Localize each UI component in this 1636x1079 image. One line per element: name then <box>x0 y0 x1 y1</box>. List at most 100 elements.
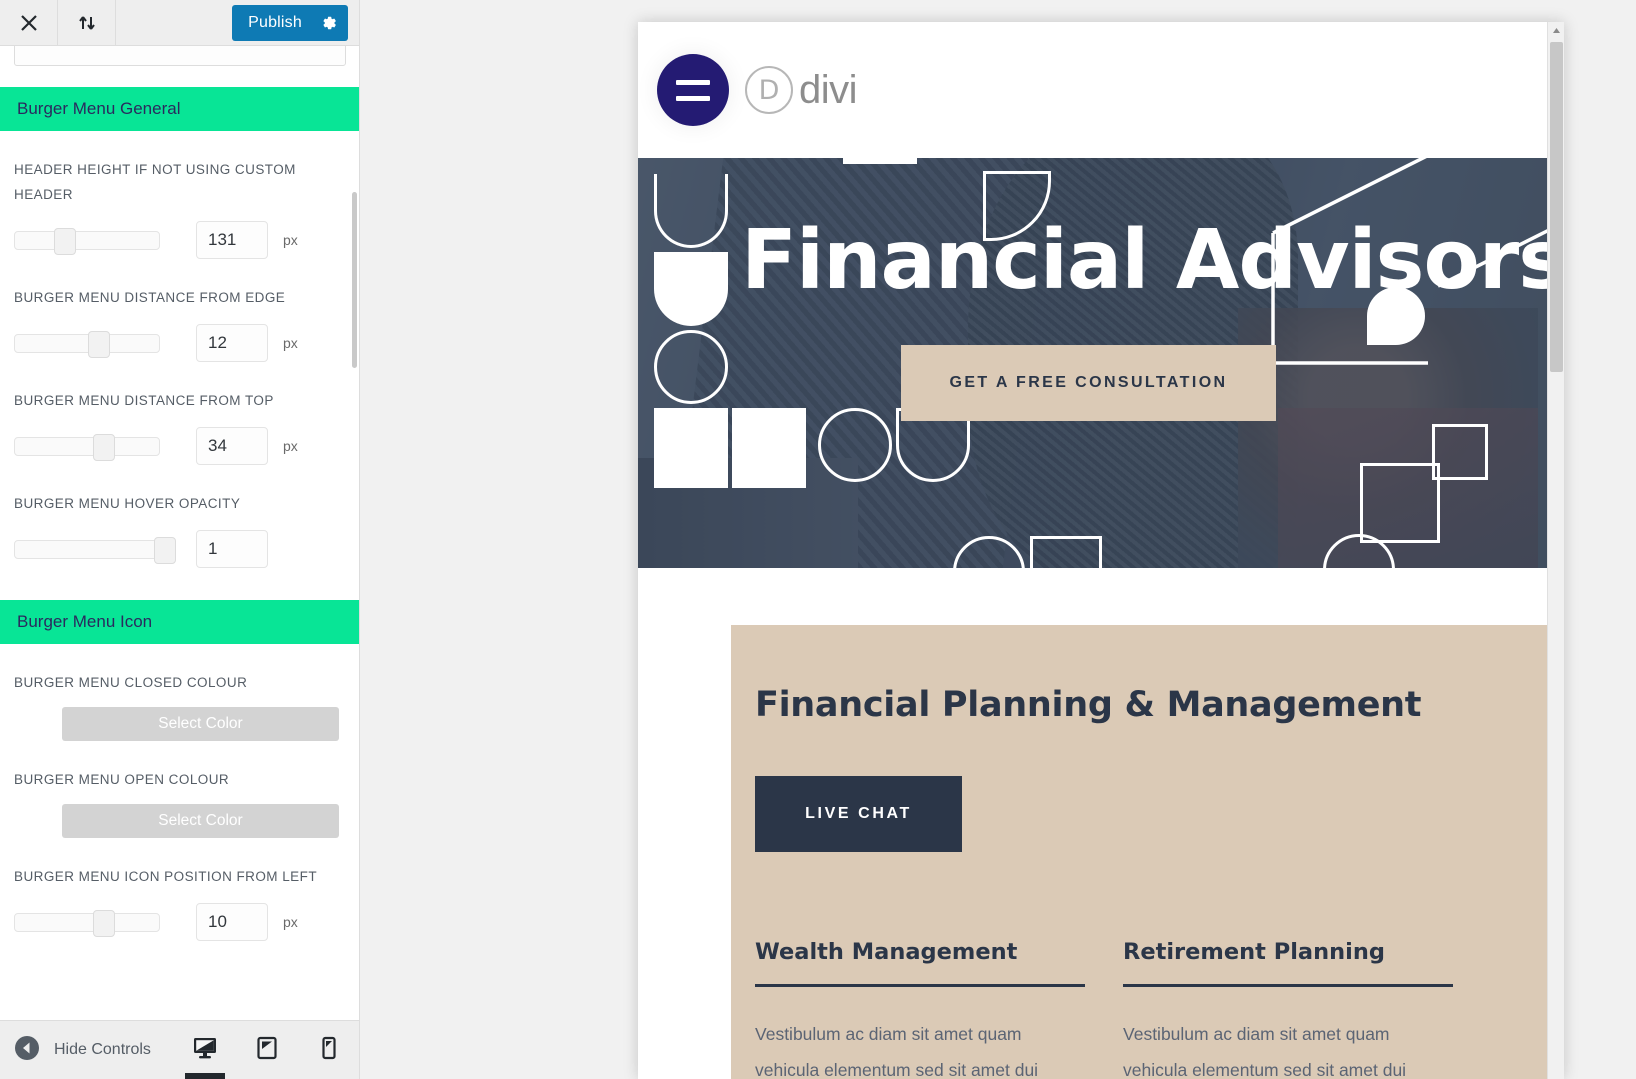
scroll-up-arrow-icon[interactable] <box>1548 22 1564 39</box>
hero-cta-button[interactable]: GET A FREE CONSULTATION <box>901 345 1276 421</box>
services-panel-title: Financial Planning & Management <box>755 685 1422 725</box>
direction-select[interactable]: Reverse <box>14 46 346 66</box>
hide-controls-button[interactable]: Hide Controls <box>0 1035 151 1066</box>
slider-handle[interactable] <box>53 227 76 255</box>
services-panel: Financial Planning & Management LIVE CHA… <box>731 625 1547 1079</box>
control-row: 10 px <box>14 903 346 941</box>
deco-square-right <box>1432 424 1488 480</box>
reorder-button[interactable] <box>58 0 116 45</box>
service-column: Retirement Planning Vestibulum ac diam s… <box>1123 939 1453 1079</box>
service-column-title: Wealth Management <box>755 939 1018 965</box>
select-color-label: Select Color <box>158 715 243 732</box>
field-label: BURGER MENU HOVER OPACITY <box>14 496 241 511</box>
control-row: 12 px <box>14 324 346 362</box>
live-chat-button[interactable]: LIVE CHAT <box>755 776 962 852</box>
control-row: 131 px <box>14 221 346 259</box>
slider-handle[interactable] <box>88 330 111 358</box>
slider-distance-from-top[interactable] <box>14 433 160 461</box>
site-header: D divi <box>638 22 1547 158</box>
close-icon <box>19 13 39 33</box>
deco-square-right-lower <box>1360 463 1440 543</box>
deco-circle-outline <box>654 330 728 404</box>
site-preview-content: D divi Financial Advisors GET A FREE CON… <box>638 22 1547 1079</box>
burger-bar <box>676 79 710 85</box>
device-mobile-button[interactable] <box>312 1030 346 1070</box>
publish-area: Publish <box>232 0 359 45</box>
select-color-label: Select Color <box>158 812 243 829</box>
device-tablet-button[interactable] <box>250 1030 284 1070</box>
sidebar-scroll-region: Reverse Burger Menu General HEADER HEIGH… <box>0 46 359 1020</box>
control-row: 1 <box>14 530 346 568</box>
gear-icon[interactable] <box>320 14 338 32</box>
deco-rect-left-lower <box>654 408 728 488</box>
customizer-sidebar: Publish Reverse Burger Menu G <box>0 0 360 1079</box>
deco-arch-mid-bottom <box>1030 536 1102 568</box>
value-input-icon-position[interactable]: 10 <box>196 903 268 941</box>
content-spacer <box>638 568 1547 625</box>
select-field-row: Reverse <box>14 46 346 66</box>
sidebar-bottom-bar: Hide Controls <box>0 1020 359 1079</box>
section-title: Burger Menu Icon <box>17 612 153 631</box>
field-label: HEADER HEIGHT IF NOT USING CUSTOM HEADER <box>14 162 296 202</box>
back-arrow-circle-icon <box>14 1035 40 1066</box>
divi-logo-word: divi <box>799 67 858 112</box>
divi-logo-mark: D <box>745 66 793 114</box>
deco-circle-mid-bottom <box>953 536 1025 568</box>
section-header-burger-menu-icon[interactable]: Burger Menu Icon <box>0 600 359 644</box>
sidebar-scrollbar-thumb[interactable] <box>352 192 357 368</box>
slider-hover-opacity[interactable] <box>14 536 177 564</box>
section-title: Burger Menu General <box>17 99 181 118</box>
deco-rect-lower <box>732 408 806 488</box>
field-icon-position-from-left: BURGER MENU ICON POSITION FROM LEFT 10 p… <box>0 864 359 941</box>
value-input-distance-from-top[interactable]: 34 <box>196 427 268 465</box>
field-header-height: HEADER HEIGHT IF NOT USING CUSTOM HEADER… <box>0 157 359 259</box>
preview-scrollbar[interactable] <box>1547 22 1564 1079</box>
burger-bar <box>676 95 710 101</box>
slider-distance-from-edge[interactable] <box>14 330 160 358</box>
burger-menu-icon[interactable] <box>657 54 729 126</box>
select-color-button-closed[interactable]: Select Color <box>62 707 339 741</box>
customizer-screen: Publish Reverse Burger Menu G <box>0 0 1636 1079</box>
control-row: Select Color <box>14 707 346 741</box>
unit-label: px <box>283 232 298 248</box>
slider-icon-position[interactable] <box>14 909 160 937</box>
slider-handle[interactable] <box>92 433 115 461</box>
control-row: Select Color <box>14 804 346 838</box>
hero-section: Financial Advisors GET A FREE CONSULTATI… <box>638 158 1547 568</box>
publish-button[interactable]: Publish <box>232 4 348 41</box>
slider-handle[interactable] <box>154 536 177 564</box>
field-label: BURGER MENU CLOSED COLOUR <box>14 675 248 690</box>
service-column-divider <box>755 984 1085 987</box>
sidebar-scrollbar[interactable] <box>352 46 359 1020</box>
mobile-icon <box>321 1036 337 1065</box>
slider-handle[interactable] <box>92 909 115 937</box>
service-column: Wealth Management Vestibulum ac diam sit… <box>755 939 1085 1079</box>
device-desktop-button[interactable] <box>185 1030 225 1079</box>
service-column-title: Retirement Planning <box>1123 939 1385 965</box>
field-label: BURGER MENU OPEN COLOUR <box>14 772 230 787</box>
field-label: BURGER MENU DISTANCE FROM TOP <box>14 393 274 408</box>
direction-select-value: Reverse <box>27 46 90 53</box>
slider-header-height[interactable] <box>14 227 160 255</box>
close-button[interactable] <box>0 0 58 45</box>
field-distance-from-edge: BURGER MENU DISTANCE FROM EDGE 12 px <box>0 285 359 362</box>
device-preview-switcher <box>185 1030 359 1079</box>
deco-circle-outline-bottom <box>818 408 892 482</box>
service-column-body: Vestibulum ac diam sit amet quam vehicul… <box>1123 1024 1407 1079</box>
field-distance-from-top: BURGER MENU DISTANCE FROM TOP 34 px <box>0 388 359 465</box>
value-input-distance-from-edge[interactable]: 12 <box>196 324 268 362</box>
value-input-header-height[interactable]: 131 <box>196 221 268 259</box>
preview-scrollbar-thumb[interactable] <box>1550 42 1563 372</box>
value-input-hover-opacity[interactable]: 1 <box>196 530 268 568</box>
select-color-button-open[interactable]: Select Color <box>62 804 339 838</box>
divi-logo: D divi <box>745 66 858 114</box>
control-row: 34 px <box>14 427 346 465</box>
field-hover-opacity: BURGER MENU HOVER OPACITY 1 <box>0 491 359 568</box>
service-column-body: Vestibulum ac diam sit amet quam vehicul… <box>755 1024 1039 1079</box>
publish-label: Publish <box>248 13 302 31</box>
hero-cta-label: GET A FREE CONSULTATION <box>949 374 1228 391</box>
section-header-burger-menu-general[interactable]: Burger Menu General <box>0 87 359 131</box>
hero-title: Financial Advisors <box>741 213 1547 308</box>
live-chat-label: LIVE CHAT <box>805 805 912 822</box>
